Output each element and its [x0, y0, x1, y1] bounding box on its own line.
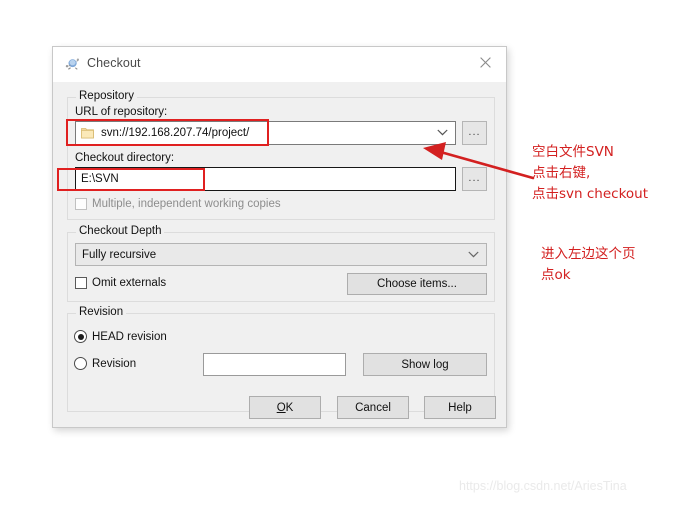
dialog-titlebar: Checkout	[53, 47, 506, 82]
checkout-depth-group-title: Checkout Depth	[76, 225, 165, 237]
choose-items-button[interactable]: Choose items...	[347, 273, 487, 295]
omit-externals-label: Omit externals	[92, 277, 167, 289]
omit-externals-checkbox[interactable]: Omit externals	[75, 277, 166, 289]
url-of-repository-label: URL of repository:	[75, 106, 168, 118]
ok-accelerator: O	[276, 401, 286, 414]
head-revision-label: HEAD revision	[92, 330, 167, 343]
repository-group-title: Repository	[76, 90, 137, 102]
checkout-directory-label: Checkout directory:	[75, 152, 175, 164]
revision-label: Revision	[92, 357, 137, 370]
checkout-directory-input[interactable]: E:\SVN	[75, 167, 456, 191]
annotation-note-1: 空白文件SVN 点击右键, 点击svn checkout	[532, 144, 649, 202]
directory-browse-button[interactable]: ...	[462, 167, 487, 191]
chevron-down-icon[interactable]	[437, 127, 448, 139]
ok-button[interactable]: OK	[249, 396, 321, 419]
folder-icon	[81, 127, 94, 139]
multiple-working-copies-checkbox: Multiple, independent working copies	[75, 198, 281, 210]
head-revision-radio[interactable]: HEAD revision	[74, 330, 167, 343]
checkbox-box	[75, 198, 87, 210]
checkout-depth-combobox[interactable]: Fully recursive	[75, 243, 487, 266]
revision-group-title: Revision	[76, 306, 127, 318]
radio-dot[interactable]	[74, 357, 87, 370]
revision-radio[interactable]: Revision	[74, 357, 136, 370]
url-of-repository-value: svn://192.168.207.74/project/	[101, 127, 250, 139]
revision-number-input[interactable]	[203, 353, 346, 376]
tortoise-svn-icon	[64, 57, 80, 73]
multiple-working-copies-label: Multiple, independent working copies	[92, 198, 281, 210]
url-browse-button[interactable]: ...	[462, 121, 487, 145]
radio-dot[interactable]	[74, 330, 87, 343]
checkout-depth-value: Fully recursive	[82, 248, 157, 261]
chevron-down-icon[interactable]	[468, 249, 479, 261]
ok-label-rest: K	[285, 401, 294, 414]
checkbox-box[interactable]	[75, 277, 87, 289]
url-of-repository-combobox[interactable]: svn://192.168.207.74/project/	[75, 121, 456, 145]
help-button[interactable]: Help	[424, 396, 496, 419]
annotation-note-2: 进入左边这个页 点ok	[541, 246, 636, 283]
close-icon[interactable]	[464, 47, 506, 78]
checkout-dialog: Checkout Repository URL of repository: s…	[52, 46, 507, 428]
show-log-button[interactable]: Show log	[363, 353, 487, 376]
checkout-directory-value: E:\SVN	[81, 173, 119, 185]
watermark-text: https://blog.csdn.net/AriesTina	[459, 479, 627, 493]
dialog-title: Checkout	[87, 56, 141, 70]
cancel-button[interactable]: Cancel	[337, 396, 409, 419]
